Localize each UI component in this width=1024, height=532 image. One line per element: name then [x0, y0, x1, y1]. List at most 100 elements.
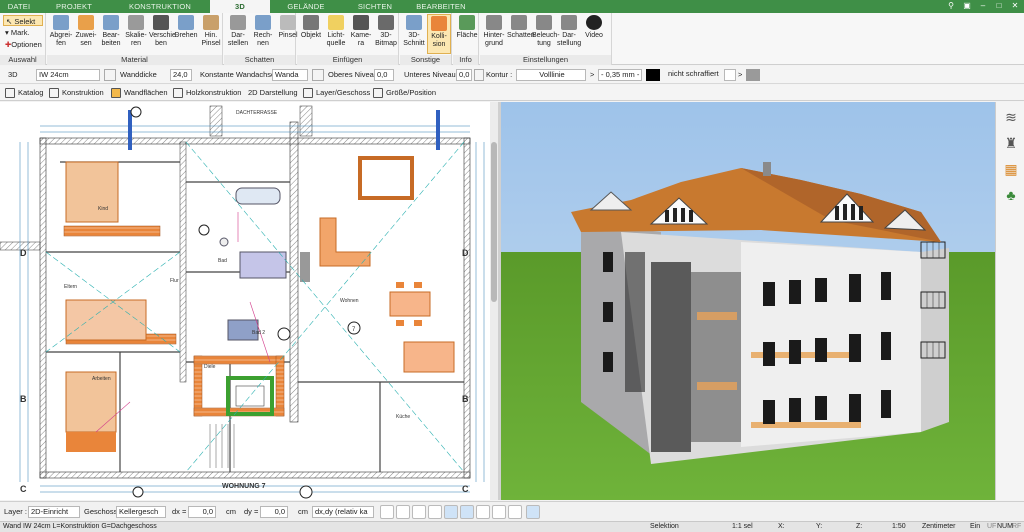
target-icon[interactable]	[526, 505, 540, 519]
bitmap-button[interactable]: 3D- Bitmap	[374, 14, 398, 54]
paint-bucket-button[interactable]: Zuwei- sen	[74, 14, 98, 54]
tab-konstruktion[interactable]: KONSTRUKTION	[110, 0, 210, 13]
edit-button[interactable]: Bear- beiten	[99, 14, 123, 54]
dy-label: dy =	[244, 507, 259, 516]
unteres-label: Unteres Niveau	[404, 70, 456, 79]
pin-icon[interactable]: ⚲	[946, 1, 956, 11]
wave-icon[interactable]	[444, 505, 458, 519]
ribbon-button-label: Hin. Pinsel	[201, 32, 221, 47]
oberes-label: Oberes Niveau	[328, 70, 379, 79]
collision-button[interactable]: Kolli- sion	[427, 14, 451, 54]
kontur-label: Kontur :	[486, 70, 513, 79]
furniture-icon[interactable]: ♜	[1002, 134, 1020, 152]
section-mark-c-right: C	[462, 484, 469, 494]
tab-sichten[interactable]: SICHTEN	[342, 0, 408, 13]
dy-input[interactable]: 0,0	[260, 506, 288, 518]
lighting-button[interactable]: Beleuch- tung	[532, 14, 560, 54]
material-palette-icon[interactable]: ▦	[1002, 160, 1020, 178]
rotate-button[interactable]: Drehen	[174, 14, 198, 54]
snap-icon[interactable]	[396, 505, 410, 519]
linie-arrow[interactable]: >	[590, 69, 594, 81]
cut-icon[interactable]	[428, 505, 442, 519]
room-label-arbeiten: Arbeiten	[92, 376, 111, 382]
floor-plan-view[interactable]: D D B B C C 7 DACHTERRASSE Kind Bad Flur…	[0, 102, 490, 500]
geschoss-select[interactable]: Kellergesch	[116, 506, 166, 518]
groesse-position-button[interactable]: Größe/Position	[372, 87, 436, 99]
schraffur-dropdown[interactable]	[724, 69, 736, 81]
minimize-icon[interactable]: –	[978, 1, 988, 11]
wanddicke-input[interactable]: 24,0	[170, 69, 192, 81]
selekt-button[interactable]: ↖ Selekt	[3, 15, 43, 26]
fill-swatch[interactable]	[746, 69, 760, 81]
mark-button[interactable]: ▾ Mark.	[3, 27, 43, 38]
eyedropper-button[interactable]: Abgrei- fen	[49, 14, 73, 54]
stack-icon[interactable]	[492, 505, 506, 519]
tab-3d[interactable]: 3D	[210, 0, 270, 13]
plan-vertical-scrollbar[interactable]	[490, 102, 498, 500]
restore-small-icon[interactable]: ▣	[962, 1, 972, 11]
floor-plan-drawing: D D B B C C 7 DACHTERRASSE Kind Bad Flur…	[0, 102, 490, 500]
katalog-button[interactable]: Katalog	[4, 87, 43, 99]
tab-bearbeiten[interactable]: BEARBEITEN	[408, 0, 474, 13]
wall-type-select[interactable]: IW 24cm	[36, 69, 100, 81]
bottom-toolbar: Layer : 2D-Einricht Geschoss : Kellerges…	[0, 501, 1024, 521]
section-cut-icon	[406, 15, 422, 30]
ribbon-button-label: Kolli- sion	[431, 33, 447, 48]
tab-projekt[interactable]: PROJEKT	[38, 0, 110, 13]
wall-icon[interactable]	[104, 69, 116, 81]
shadow-display-button[interactable]: Dar- stellen	[226, 14, 250, 54]
layer-geschoss-button[interactable]: Layer/Geschoss	[302, 87, 370, 99]
wanda-select[interactable]: Wanda	[272, 69, 308, 81]
grid-icon[interactable]	[508, 505, 522, 519]
camera-icon	[353, 15, 369, 30]
niveau-icon[interactable]	[474, 69, 484, 81]
tab-gelaende[interactable]: GELÄNDE	[270, 0, 342, 13]
tree-icon[interactable]: ♣	[1002, 186, 1020, 204]
dx-input[interactable]: 0,0	[188, 506, 216, 518]
unteres-input[interactable]: 0,0	[456, 69, 472, 81]
section-cut-button[interactable]: 3D- Schnitt	[402, 14, 426, 54]
room-label-wohnen: Wohnen	[340, 298, 359, 304]
close-icon[interactable]: ✕	[1010, 1, 1020, 11]
axis-icon[interactable]	[312, 69, 324, 81]
clock-icon[interactable]	[380, 505, 394, 519]
video-button[interactable]: Video	[582, 14, 606, 54]
brush-button[interactable]: Hin. Pinsel	[199, 14, 223, 54]
lightbulb-button[interactable]: Licht- quelle	[324, 14, 348, 54]
optionen-button[interactable]: ✚Optionen	[3, 39, 43, 50]
layers-panel-icon[interactable]: ≋	[1002, 108, 1020, 126]
2d-darstellung-button[interactable]: 2D Darstellung	[232, 87, 298, 99]
shadow-house-button[interactable]: Schatten	[507, 14, 535, 54]
color-swatch[interactable]	[646, 69, 660, 81]
ribbon-button-label: Licht- quelle	[326, 32, 346, 47]
shadow-calc-button[interactable]: Rech- nen	[251, 14, 275, 54]
camera-button[interactable]: Kame- ra	[349, 14, 373, 54]
lines-icon[interactable]	[460, 505, 474, 519]
wandflaechen-button[interactable]: Wandflächen	[110, 87, 168, 99]
coord-mode-select[interactable]: dx,dy (relativ ka	[312, 506, 374, 518]
measure-icon[interactable]	[412, 505, 426, 519]
3d-view[interactable]	[501, 102, 995, 500]
linie-select[interactable]: Volllinie	[516, 69, 586, 81]
ribbon-button-label: Fläche	[456, 32, 478, 39]
plan-scroll-thumb[interactable]	[491, 142, 497, 302]
move-button[interactable]: Verschie- ben	[149, 14, 178, 54]
schraffur-arrow[interactable]: >	[738, 69, 742, 81]
chair-button[interactable]: Objekt	[299, 14, 323, 54]
ribbon-button-label: Dar- stellung	[557, 32, 582, 47]
background-house-button[interactable]: Hinter- grund	[482, 14, 506, 54]
konstruktion-button[interactable]: Konstruktion	[48, 87, 104, 99]
resize-icon	[373, 88, 383, 98]
scale-button[interactable]: Skalie- ren	[124, 14, 148, 54]
oberes-input[interactable]: 0,0	[374, 69, 394, 81]
layer-label: Layer :	[4, 507, 27, 516]
secondary-toolbar: Katalog Konstruktion Wandflächen Holzkon…	[0, 85, 1024, 101]
display-house-button[interactable]: Dar- stellung	[557, 14, 581, 54]
staerke-select[interactable]: - 0,35 mm -	[598, 69, 642, 81]
area-button[interactable]: Fläche	[455, 14, 479, 54]
area-icon	[459, 15, 475, 30]
maximize-icon[interactable]: □	[994, 1, 1004, 11]
layer-select[interactable]: 2D-Einricht	[28, 506, 80, 518]
layers-3d-icon[interactable]	[476, 505, 490, 519]
tab-datei[interactable]: DATEI	[0, 0, 38, 13]
